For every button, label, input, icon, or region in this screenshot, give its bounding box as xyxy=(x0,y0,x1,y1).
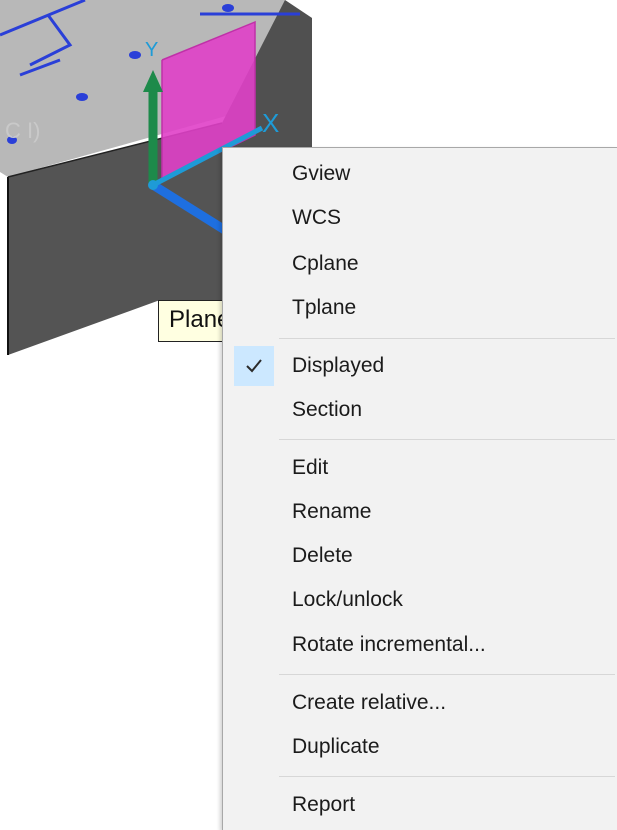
menu-item-cplane[interactable]: Cplane xyxy=(223,244,617,284)
origin-marker xyxy=(148,180,158,190)
menu-item-rotate-incremental[interactable]: Rotate incremental... xyxy=(223,625,617,665)
menu-item-label: Report xyxy=(292,793,356,816)
menu-item-report[interactable]: Report xyxy=(223,785,617,825)
menu-item-label: Create relative... xyxy=(292,691,447,714)
y-axis-label: Y xyxy=(145,39,158,61)
menu-item-lock-unlock[interactable]: Lock/unlock xyxy=(223,580,617,620)
menu-item-label: Displayed xyxy=(292,354,385,377)
menu-item-label: Lock/unlock xyxy=(292,588,403,611)
menu-separator xyxy=(279,674,615,675)
menu-item-wcs[interactable]: WCS xyxy=(223,198,617,238)
check-highlight xyxy=(234,346,274,386)
menu-item-create-relative[interactable]: Create relative... xyxy=(223,683,617,723)
menu-item-gview[interactable]: Gview xyxy=(223,154,617,194)
menu-item-label: Section xyxy=(292,398,363,421)
menu-item-duplicate[interactable]: Duplicate xyxy=(223,727,617,767)
menu-item-label: WCS xyxy=(292,206,341,229)
menu-separator xyxy=(279,439,615,440)
hole-marker xyxy=(76,93,88,101)
menu-item-label: Tplane xyxy=(292,296,357,319)
context-menu: Gview WCS Cplane Tplane Displayed Sectio… xyxy=(222,147,617,830)
menu-item-edit[interactable]: Edit xyxy=(223,448,617,488)
menu-item-label: Duplicate xyxy=(292,735,380,758)
hole-marker xyxy=(222,4,234,12)
x-axis-label: X xyxy=(262,108,279,138)
ghost-annotation: C I) xyxy=(5,118,40,143)
checkmark-icon xyxy=(246,359,262,373)
menu-item-tplane[interactable]: Tplane xyxy=(223,288,617,328)
menu-item-label: Edit xyxy=(292,456,329,479)
menu-item-label: Gview xyxy=(292,162,351,185)
menu-item-label: Cplane xyxy=(292,252,359,275)
hole-marker xyxy=(129,51,141,59)
menu-separator xyxy=(279,338,615,339)
menu-item-label: Delete xyxy=(292,544,353,567)
menu-item-delete[interactable]: Delete xyxy=(223,536,617,576)
menu-item-rename[interactable]: Rename xyxy=(223,492,617,532)
menu-item-section[interactable]: Section xyxy=(223,390,617,430)
menu-separator xyxy=(279,776,615,777)
menu-item-label: Rotate incremental... xyxy=(292,633,486,656)
menu-item-displayed[interactable]: Displayed xyxy=(223,346,617,386)
menu-item-label: Rename xyxy=(292,500,372,523)
